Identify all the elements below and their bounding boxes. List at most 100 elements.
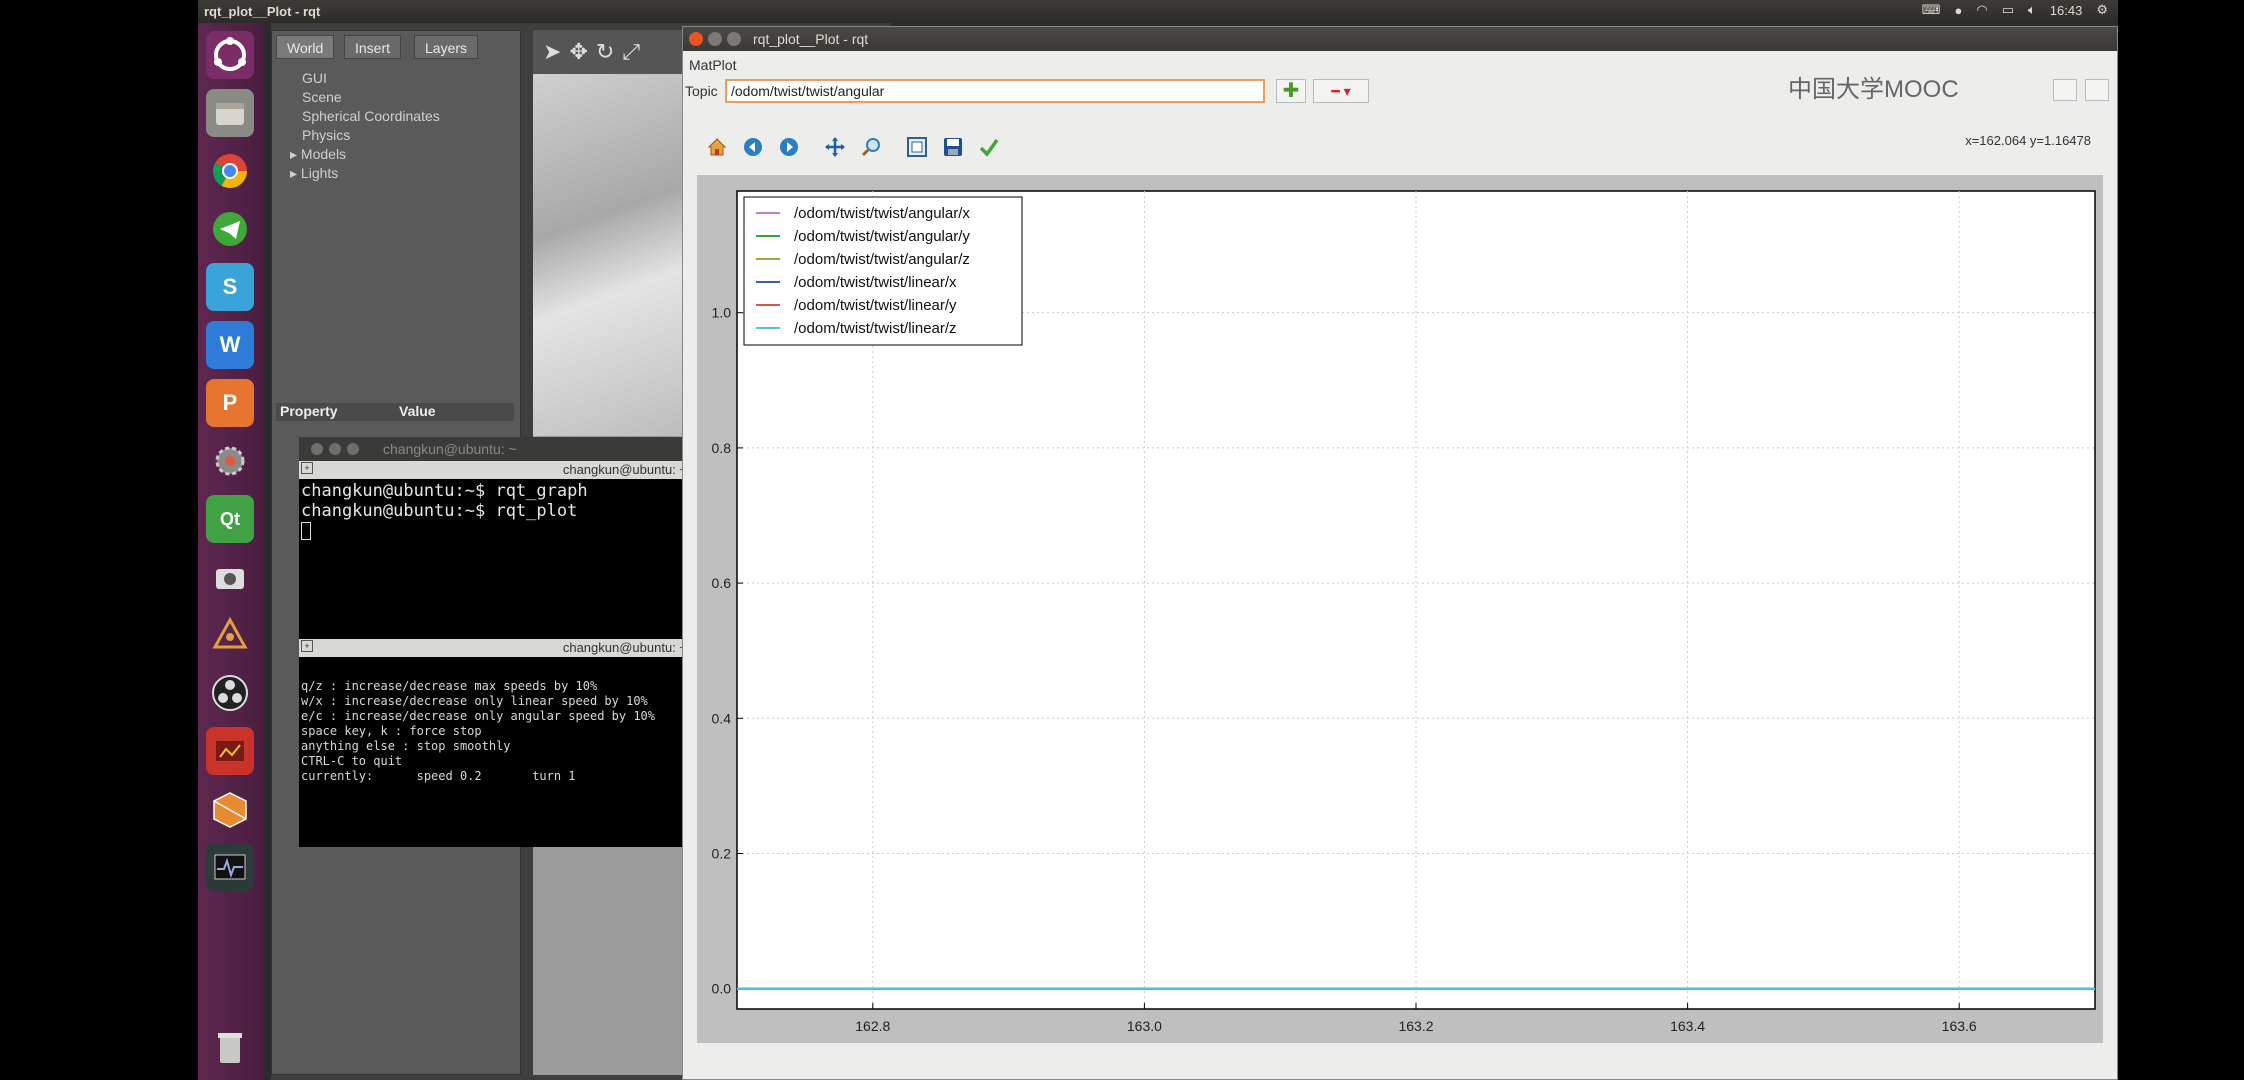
plot-canvas-frame[interactable]: 162.8 163.0 163.2 163.4 163.6 0.0 0.2 0.4 0.6 0.8…: [697, 175, 2103, 1043]
terminal-line: e/c : increase/decrease only angular spe…: [301, 709, 656, 723]
close-icon[interactable]: [689, 32, 703, 46]
cursor-coordinates: x=162.064 y=1.16478: [1965, 133, 2091, 148]
terminal-window[interactable]: changkun@ubuntu: ~ + changkun@ubuntu: ~ …: [299, 437, 689, 847]
trash-icon[interactable]: [206, 1023, 254, 1071]
wps-writer-icon[interactable]: W: [206, 321, 254, 369]
tree-item-spherical-coordinates[interactable]: Spherical Coordinates: [282, 107, 440, 126]
tree-item-physics[interactable]: Physics: [282, 126, 440, 145]
y-tick-label: 0.8: [712, 440, 732, 456]
tree-item-gui[interactable]: GUI: [282, 69, 440, 88]
zoom-icon[interactable]: [859, 135, 883, 159]
close-icon[interactable]: [311, 443, 323, 455]
video-player-icon[interactable]: [206, 727, 254, 775]
settings-icon[interactable]: [206, 437, 254, 485]
expand-arrow-icon[interactable]: ▸: [290, 165, 301, 181]
terminal-pane-1[interactable]: changkun@ubuntu:~$ rqt_graph changkun@ub…: [299, 479, 689, 639]
terminal-line: changkun@ubuntu:~$ rqt_graph: [301, 481, 588, 501]
terminal-tab-2[interactable]: + changkun@ubuntu: ~: [299, 639, 689, 657]
active-window-title: rqt_plot__Plot - rqt: [204, 4, 321, 19]
wps-presentation-icon[interactable]: P: [206, 379, 254, 427]
terminal-cursor: [301, 522, 311, 540]
terminal-tab-1[interactable]: + changkun@ubuntu: ~: [299, 461, 689, 479]
rqt-plot-window: rqt_plot__Plot - rqt MatPlot Topic ✚ ━ ▾…: [682, 26, 2118, 1080]
legend-label: /odom/twist/twist/angular/y: [794, 228, 970, 245]
plugin-title: MatPlot: [689, 57, 737, 73]
camera-icon[interactable]: [206, 553, 254, 601]
topic-label: Topic: [685, 83, 718, 99]
tab-layers[interactable]: Layers: [414, 35, 479, 59]
legend-label: /odom/twist/twist/linear/x: [794, 274, 957, 291]
pause-button[interactable]: [2053, 79, 2077, 101]
property-column-header: Property: [280, 403, 338, 419]
x-tick-label: 163.6: [1942, 1018, 1977, 1034]
legend-label: /odom/twist/twist/linear/z: [794, 320, 957, 337]
y-tick-label: 0.0: [712, 981, 732, 997]
desktop: rqt_plot__Plot - rqt ⌨ ● ◠ ▭ 🔈︎ 16:43 ⚙ …: [198, 0, 2118, 1080]
qt-creator-icon[interactable]: Qt: [206, 495, 254, 543]
apply-checkmark-icon[interactable]: [977, 135, 1001, 159]
mooc-watermark: 中国大学MOOC: [1788, 76, 1959, 103]
terminal-title: changkun@ubuntu: ~: [383, 441, 517, 457]
subplots-icon[interactable]: [905, 135, 929, 159]
add-topic-button[interactable]: ✚: [1276, 79, 1306, 103]
volume-icon[interactable]: 🔈︎: [2028, 2, 2036, 18]
terminal-titlebar: changkun@ubuntu: ~: [299, 437, 689, 461]
tree-item-models[interactable]: ▸ Models: [282, 145, 440, 164]
top-panel: rqt_plot__Plot - rqt ⌨ ● ◠ ▭ 🔈︎ 16:43 ⚙: [198, 0, 2118, 23]
terminal-pane-2[interactable]: q/z : increase/decrease max speeds by 10…: [299, 657, 689, 784]
forward-icon[interactable]: [777, 135, 801, 159]
translate-mode-icon[interactable]: ✥: [569, 39, 587, 65]
legend-label: /odom/twist/twist/angular/x: [794, 205, 970, 222]
terminal-line: anything else : stop smoothly: [301, 739, 511, 753]
remove-topic-button[interactable]: ━ ▾: [1313, 79, 1369, 103]
ros-tool-icon[interactable]: [206, 611, 254, 659]
minimize-icon[interactable]: [329, 443, 341, 455]
x-tick-label: 163.4: [1670, 1018, 1705, 1034]
plot-canvas[interactable]: 162.8 163.0 163.2 163.4 163.6 0.0 0.2 0.4 0.6 0.8…: [697, 175, 2103, 1043]
property-header: Property Value: [276, 403, 514, 421]
clock[interactable]: 16:43: [2050, 3, 2083, 18]
home-icon[interactable]: [705, 135, 729, 159]
back-icon[interactable]: [741, 135, 765, 159]
gear-icon[interactable]: ⚙: [2096, 2, 2108, 18]
keyboard-icon[interactable]: ⌨: [1922, 2, 1941, 18]
telegram-icon[interactable]: [206, 205, 254, 253]
rqt-titlebar: rqt_plot__Plot - rqt: [683, 27, 2117, 51]
camera-image: [533, 74, 683, 436]
terminal-line: space key, k : force stop: [301, 724, 482, 738]
system-monitor-icon[interactable]: [206, 843, 254, 891]
scale-mode-icon[interactable]: ⤢: [622, 39, 640, 65]
maximize-icon[interactable]: [347, 443, 359, 455]
y-tick-label: 1.0: [712, 305, 732, 321]
battery-icon[interactable]: ▭: [2002, 2, 2014, 18]
clear-button[interactable]: [2085, 79, 2109, 101]
tab-world[interactable]: World: [276, 35, 335, 59]
split-icon[interactable]: +: [301, 640, 313, 652]
topic-input[interactable]: [725, 79, 1265, 103]
rotate-mode-icon[interactable]: ↻: [596, 39, 614, 65]
maximize-icon[interactable]: [727, 32, 741, 46]
tab-insert[interactable]: Insert: [344, 35, 402, 59]
pan-icon[interactable]: [823, 135, 847, 159]
terminal-line: w/x : increase/decrease only linear spee…: [301, 694, 648, 708]
x-tick-label: 163.2: [1398, 1018, 1433, 1034]
slack-icon[interactable]: S: [206, 263, 254, 311]
virtualbox-icon[interactable]: [206, 785, 254, 833]
tree-item-lights[interactable]: ▸ Lights: [282, 164, 440, 183]
record-icon[interactable]: ●: [1954, 3, 1962, 18]
expand-arrow-icon[interactable]: ▸: [290, 146, 301, 162]
ubuntu-dash-icon[interactable]: [206, 31, 254, 79]
tree-item-scene[interactable]: Scene: [282, 88, 440, 107]
y-tick-label: 0.6: [712, 575, 732, 591]
save-icon[interactable]: [941, 135, 965, 159]
split-icon[interactable]: +: [301, 462, 313, 474]
obs-icon[interactable]: [206, 669, 254, 717]
minimize-icon[interactable]: [708, 32, 722, 46]
select-mode-icon[interactable]: ➤: [543, 39, 561, 65]
files-icon[interactable]: [206, 89, 254, 137]
y-tick-label: 0.2: [712, 846, 732, 862]
system-tray: ⌨ ● ◠ ▭ 🔈︎ 16:43 ⚙: [1922, 2, 2108, 18]
wifi-icon[interactable]: ◠: [1976, 2, 1987, 18]
chrome-icon[interactable]: [206, 147, 254, 195]
value-column-header: Value: [399, 403, 436, 419]
